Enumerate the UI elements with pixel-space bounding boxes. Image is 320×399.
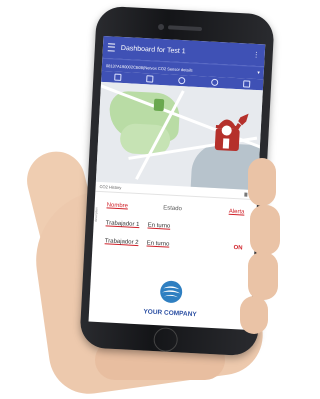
- fullscreen-icon[interactable]: [243, 80, 251, 88]
- pin-icon[interactable]: [210, 78, 219, 87]
- map-widget[interactable]: [95, 81, 263, 191]
- company-name: YOUR COMPANY: [143, 308, 197, 319]
- header-alerta[interactable]: Alerta: [196, 207, 250, 216]
- header-estado[interactable]: Estado: [148, 205, 196, 214]
- phone-screen: Dashboard for Test 1 ⋮ 08137A190002CB08(…: [88, 35, 266, 331]
- home-button[interactable]: [153, 327, 179, 353]
- dashboard-icon[interactable]: [113, 73, 122, 81]
- export-icon[interactable]: [244, 192, 248, 197]
- worker-status: En turno: [147, 222, 171, 230]
- camera-icon: [157, 23, 165, 31]
- worker-status: En turno: [146, 240, 170, 248]
- more-options-icon[interactable]: ⋮: [252, 51, 259, 59]
- workers-table: description Nombre Estado Alerta Trabaja…: [92, 192, 257, 258]
- dropdown-caret-icon[interactable]: ▾: [257, 70, 260, 76]
- side-label: description: [93, 207, 99, 222]
- earpiece: [167, 25, 203, 32]
- dashboard-title: Dashboard for Test 1: [120, 44, 186, 55]
- header-nombre[interactable]: Nombre: [106, 202, 148, 210]
- company-branding: YOUR COMPANY: [89, 276, 253, 321]
- devices-icon[interactable]: [146, 75, 154, 83]
- map-location-pin-icon[interactable]: [153, 98, 165, 112]
- clock-icon[interactable]: [178, 76, 186, 85]
- worker-name: Trabajador 2: [104, 238, 139, 247]
- worker-name: Trabajador 1: [105, 220, 140, 229]
- expand-icon[interactable]: [250, 192, 254, 197]
- smartphone: Dashboard for Test 1 ⋮ 08137A190002CB08(…: [79, 5, 275, 357]
- worker-alert: ON: [233, 245, 243, 252]
- company-logo-icon: [160, 280, 183, 303]
- worker-alert: [196, 228, 250, 231]
- worker-marker-icon[interactable]: [203, 109, 251, 153]
- hamburger-menu-icon[interactable]: [107, 43, 116, 52]
